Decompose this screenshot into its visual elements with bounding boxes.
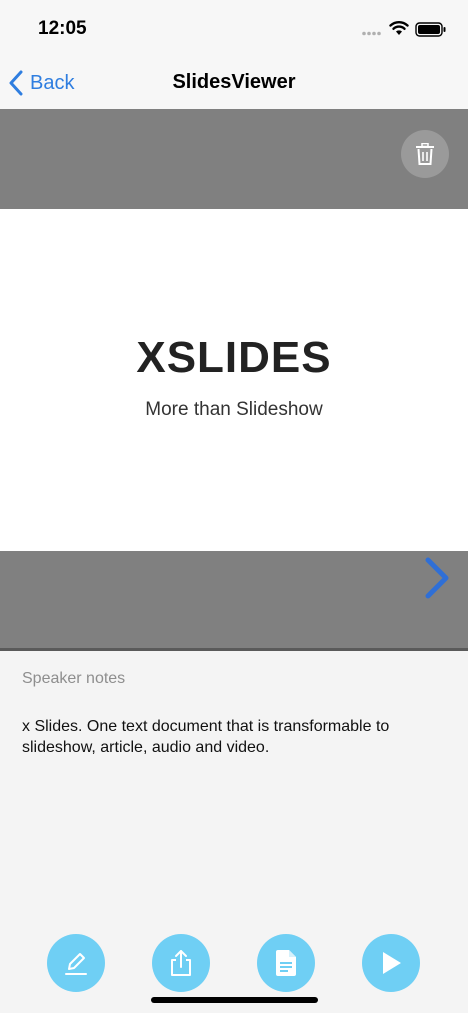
- home-indicator: [151, 997, 318, 1003]
- status-bar: 12:05: [0, 0, 468, 56]
- page-title: SlidesViewer: [172, 71, 296, 93]
- delete-button[interactable]: [401, 130, 449, 178]
- slide-preview[interactable]: XSLIDES More than Slideshow: [0, 209, 468, 551]
- notes-label: Speaker notes: [22, 670, 126, 687]
- battery-icon: [415, 22, 446, 37]
- share-button[interactable]: [152, 934, 210, 992]
- play-icon: [383, 952, 401, 974]
- chevron-right-icon: [425, 557, 449, 599]
- status-time: 12:05: [38, 18, 87, 39]
- slide-bottom-band: [0, 551, 468, 648]
- document-button[interactable]: [257, 934, 315, 992]
- slide-top-band: [0, 109, 468, 209]
- navigation-bar: Back SlidesViewer: [0, 56, 468, 109]
- slide-subtitle: More than Slideshow: [145, 399, 323, 420]
- divider: [0, 648, 468, 651]
- pencil-icon: [65, 953, 87, 975]
- notes-text[interactable]: x Slides. One text document that is tran…: [22, 716, 442, 758]
- document-icon: [276, 950, 296, 976]
- trash-icon: [416, 143, 434, 165]
- next-slide-button[interactable]: [416, 554, 456, 602]
- wifi-icon: [389, 21, 409, 35]
- signal-dots-icon: [362, 31, 381, 36]
- edit-button[interactable]: [47, 934, 105, 992]
- play-button[interactable]: [362, 934, 420, 992]
- share-icon: [171, 950, 191, 976]
- slide-title: XSLIDES: [136, 333, 332, 382]
